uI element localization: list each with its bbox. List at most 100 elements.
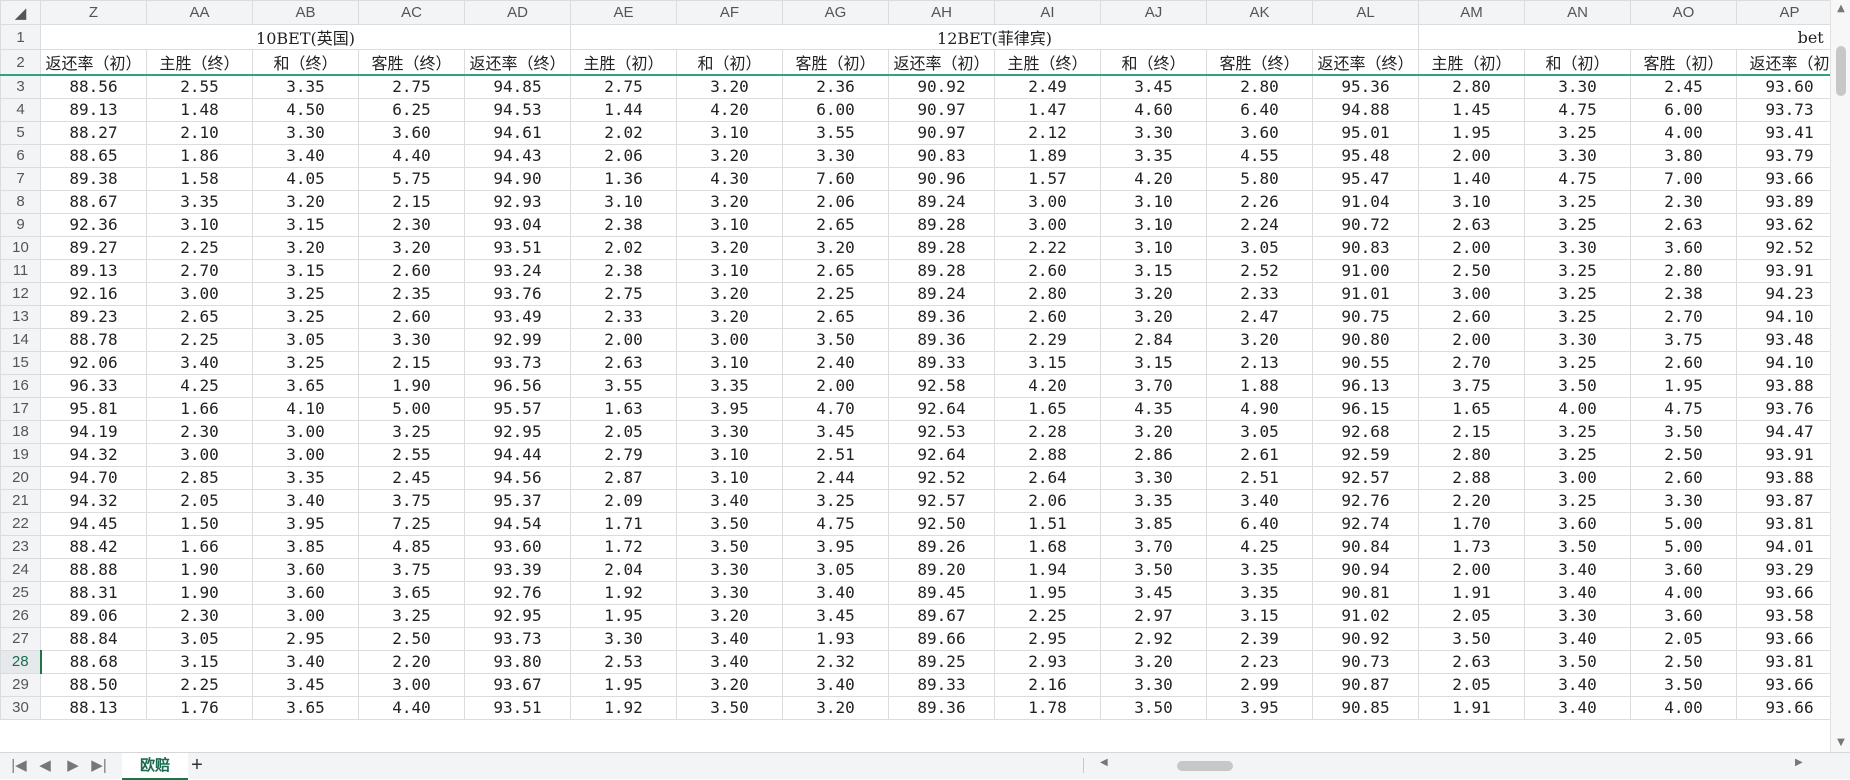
data-cell[interactable]: 94.19 bbox=[40, 419, 147, 444]
data-cell[interactable]: 2.60 bbox=[1630, 465, 1737, 490]
data-cell[interactable]: 95.37 bbox=[464, 488, 571, 513]
data-cell[interactable]: 88.78 bbox=[40, 327, 147, 352]
data-cell[interactable]: 2.65 bbox=[782, 212, 889, 237]
data-cell[interactable]: 3.60 bbox=[358, 120, 465, 145]
data-cell[interactable]: 3.20 bbox=[676, 143, 783, 168]
data-cell[interactable]: 3.10 bbox=[676, 212, 783, 237]
data-cell[interactable]: 2.29 bbox=[994, 327, 1101, 352]
data-cell[interactable]: 3.40 bbox=[1524, 580, 1631, 605]
vertical-scroll-thumb[interactable] bbox=[1836, 46, 1846, 96]
data-cell[interactable]: 91.01 bbox=[1312, 281, 1419, 306]
data-cell[interactable]: 3.50 bbox=[1524, 534, 1631, 559]
data-cell[interactable]: 90.83 bbox=[888, 143, 995, 168]
data-cell[interactable]: 89.36 bbox=[888, 304, 995, 329]
data-cell[interactable]: 3.25 bbox=[1524, 120, 1631, 145]
data-cell[interactable]: 90.84 bbox=[1312, 534, 1419, 559]
data-cell[interactable]: 3.70 bbox=[1100, 534, 1207, 559]
data-cell[interactable]: 89.13 bbox=[40, 258, 147, 283]
data-cell[interactable]: 3.30 bbox=[570, 626, 677, 651]
data-cell[interactable]: 3.50 bbox=[1630, 419, 1737, 444]
data-cell[interactable]: 2.05 bbox=[1630, 626, 1737, 651]
data-cell[interactable]: 92.57 bbox=[1312, 465, 1419, 490]
data-cell[interactable]: 3.60 bbox=[252, 580, 359, 605]
data-cell[interactable]: 2.10 bbox=[146, 120, 253, 145]
data-cell[interactable]: 88.84 bbox=[40, 626, 147, 651]
scroll-left-icon[interactable]: ◀ bbox=[1100, 757, 1108, 768]
data-cell[interactable]: 93.80 bbox=[464, 649, 571, 674]
data-cell[interactable]: 2.15 bbox=[1418, 419, 1525, 444]
data-cell[interactable]: 1.36 bbox=[570, 166, 677, 191]
select-all-corner[interactable]: ◢ bbox=[0, 0, 41, 25]
data-cell[interactable]: 6.00 bbox=[1630, 97, 1737, 122]
row-header[interactable]: 13 bbox=[0, 304, 41, 329]
data-cell[interactable]: 2.00 bbox=[570, 327, 677, 352]
data-cell[interactable]: 93.88 bbox=[1736, 373, 1830, 398]
data-cell[interactable]: 3.60 bbox=[1630, 557, 1737, 582]
data-cell[interactable]: 1.95 bbox=[994, 580, 1101, 605]
data-cell[interactable]: 2.50 bbox=[358, 626, 465, 651]
data-cell[interactable]: 88.67 bbox=[40, 189, 147, 214]
row-header[interactable]: 4 bbox=[0, 97, 41, 122]
data-cell[interactable]: 88.13 bbox=[40, 695, 147, 720]
data-cell[interactable]: 3.20 bbox=[676, 304, 783, 329]
data-cell[interactable]: 2.80 bbox=[1418, 442, 1525, 467]
data-cell[interactable]: 4.25 bbox=[146, 373, 253, 398]
data-cell[interactable]: 2.20 bbox=[1418, 488, 1525, 513]
data-cell[interactable]: 3.70 bbox=[1100, 373, 1207, 398]
header-cell[interactable]: 主胜（终） bbox=[994, 49, 1101, 76]
data-cell[interactable]: 7.00 bbox=[1630, 166, 1737, 191]
data-cell[interactable]: 4.00 bbox=[1630, 120, 1737, 145]
header-cell[interactable]: 主胜（初） bbox=[1418, 49, 1525, 76]
column-header[interactable]: AE bbox=[570, 0, 677, 25]
data-cell[interactable]: 3.95 bbox=[252, 511, 359, 536]
data-cell[interactable]: 89.28 bbox=[888, 258, 995, 283]
data-cell[interactable]: 3.25 bbox=[1524, 258, 1631, 283]
data-cell[interactable]: 2.25 bbox=[146, 327, 253, 352]
data-cell[interactable]: 3.20 bbox=[1206, 327, 1313, 352]
data-cell[interactable]: 2.45 bbox=[358, 465, 465, 490]
data-cell[interactable]: 1.40 bbox=[1418, 166, 1525, 191]
data-cell[interactable]: 3.10 bbox=[676, 350, 783, 375]
data-cell[interactable]: 3.15 bbox=[1206, 603, 1313, 628]
data-cell[interactable]: 5.75 bbox=[358, 166, 465, 191]
data-cell[interactable]: 94.32 bbox=[40, 442, 147, 467]
data-cell[interactable]: 3.60 bbox=[1630, 603, 1737, 628]
data-cell[interactable]: 3.00 bbox=[994, 189, 1101, 214]
data-cell[interactable]: 2.80 bbox=[1206, 74, 1313, 99]
data-cell[interactable]: 3.25 bbox=[1524, 350, 1631, 375]
data-cell[interactable]: 2.04 bbox=[570, 557, 677, 582]
data-cell[interactable]: 4.10 bbox=[252, 396, 359, 421]
row-header[interactable]: 22 bbox=[0, 511, 41, 536]
data-cell[interactable]: 90.72 bbox=[1312, 212, 1419, 237]
column-header[interactable]: Z bbox=[40, 0, 147, 25]
data-cell[interactable]: 90.81 bbox=[1312, 580, 1419, 605]
row-header[interactable]: 19 bbox=[0, 442, 41, 467]
data-cell[interactable]: 92.50 bbox=[888, 511, 995, 536]
data-cell[interactable]: 90.85 bbox=[1312, 695, 1419, 720]
row-header[interactable]: 3 bbox=[0, 74, 41, 99]
data-cell[interactable]: 93.48 bbox=[1736, 327, 1830, 352]
data-cell[interactable]: 2.06 bbox=[570, 143, 677, 168]
data-cell[interactable]: 89.26 bbox=[888, 534, 995, 559]
header-cell[interactable]: 返还率（终） bbox=[464, 49, 571, 76]
data-cell[interactable]: 88.68 bbox=[40, 649, 147, 674]
data-cell[interactable]: 93.76 bbox=[1736, 396, 1830, 421]
data-cell[interactable]: 4.20 bbox=[994, 373, 1101, 398]
data-cell[interactable]: 6.40 bbox=[1206, 97, 1313, 122]
data-cell[interactable]: 3.00 bbox=[676, 327, 783, 352]
data-cell[interactable]: 93.39 bbox=[464, 557, 571, 582]
data-cell[interactable]: 2.80 bbox=[994, 281, 1101, 306]
data-cell[interactable]: 3.25 bbox=[252, 350, 359, 375]
data-cell[interactable]: 4.30 bbox=[676, 166, 783, 191]
data-cell[interactable]: 3.30 bbox=[676, 557, 783, 582]
column-header[interactable]: AG bbox=[782, 0, 889, 25]
data-cell[interactable]: 88.27 bbox=[40, 120, 147, 145]
data-cell[interactable]: 2.50 bbox=[1630, 442, 1737, 467]
data-cell[interactable]: 2.60 bbox=[358, 304, 465, 329]
data-cell[interactable]: 96.13 bbox=[1312, 373, 1419, 398]
data-cell[interactable]: 3.60 bbox=[1630, 235, 1737, 260]
data-cell[interactable]: 94.85 bbox=[464, 74, 571, 99]
data-cell[interactable]: 89.28 bbox=[888, 235, 995, 260]
vertical-scrollbar[interactable]: ▲ ▼ bbox=[1830, 0, 1850, 752]
data-cell[interactable]: 3.35 bbox=[252, 74, 359, 99]
